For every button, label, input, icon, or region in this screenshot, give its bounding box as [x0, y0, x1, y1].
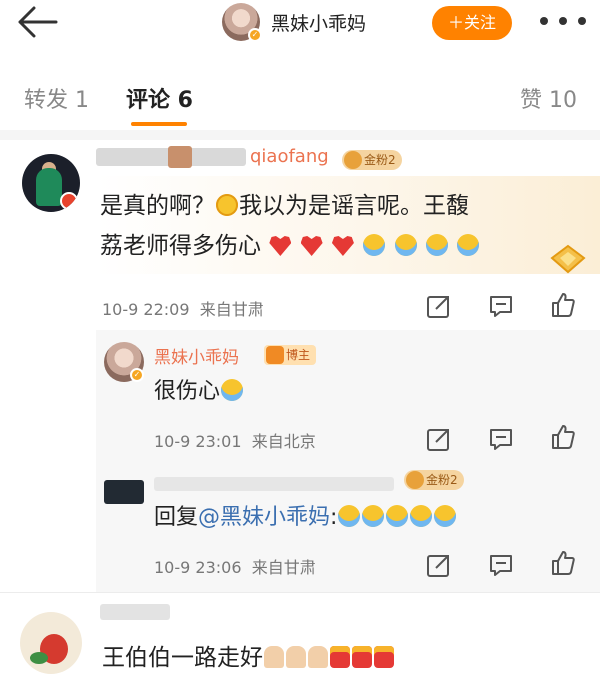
shock-emoji: [216, 194, 238, 216]
section-divider: [0, 130, 600, 140]
crown-icon: [344, 151, 362, 169]
candle-emoji: [330, 646, 350, 668]
author-avatar[interactable]: ✓: [222, 3, 262, 42]
reply-meta: 10-9 23:06 来自甘肃: [154, 558, 316, 577]
tab-repost[interactable]: 转发 1: [24, 82, 89, 114]
commenter-avatar[interactable]: [22, 154, 80, 212]
reply-text: 很伤心: [154, 372, 244, 412]
crying-emoji: [362, 505, 385, 527]
share-icon[interactable]: [426, 293, 452, 319]
mention-link[interactable]: @黑妹小乖妈: [198, 505, 330, 530]
crying-emoji: [457, 234, 480, 256]
comment-meta: 10-9 22:09 来自甘肃: [102, 300, 264, 319]
commenter-avatar[interactable]: [20, 612, 82, 674]
candle-emoji: [352, 646, 372, 668]
redacted-block: [168, 146, 192, 168]
member-badge-icon: [60, 192, 78, 210]
crying-emoji: [363, 234, 386, 256]
comment-text: 是真的啊？ 我以为是谣言呢。王馥: [100, 193, 469, 219]
tab-likes[interactable]: 赞 10: [520, 82, 577, 114]
pray-emoji: [286, 646, 306, 668]
tab-bar: 转发 1 评论 6 赞 10: [0, 58, 600, 128]
back-arrow-icon[interactable]: [16, 6, 58, 38]
comment-icon[interactable]: [488, 426, 514, 452]
crying-emoji: [386, 505, 409, 527]
verified-icon: ✓: [248, 28, 262, 42]
reply-meta: 10-9 23:01 来自北京: [154, 432, 316, 451]
blogger-badge: 博主: [264, 345, 317, 365]
follow-button[interactable]: ＋关注: [432, 6, 512, 40]
pray-emoji: [308, 646, 328, 668]
comment-icon[interactable]: [488, 552, 514, 578]
candle-emoji: [374, 646, 394, 668]
crying-emoji: [221, 379, 244, 401]
crying-emoji: [425, 234, 448, 256]
share-icon[interactable]: [426, 426, 452, 452]
fan-badge: 金粉2: [342, 150, 402, 170]
broken-heart-emoji: [331, 236, 354, 256]
like-icon[interactable]: [550, 550, 576, 576]
top-bar: ✓ 黑妹小乖妈 ＋关注: [0, 0, 600, 50]
comment-divider: [0, 592, 600, 593]
like-icon[interactable]: [550, 292, 576, 318]
page-title: 黑妹小乖妈: [271, 13, 367, 35]
crying-emoji: [434, 505, 457, 527]
active-tab-indicator: [131, 122, 187, 126]
tab-comments[interactable]: 评论 6: [126, 82, 193, 114]
like-icon[interactable]: [550, 424, 576, 450]
comment-text: 王伯伯一路走好: [102, 638, 395, 676]
crying-emoji: [394, 234, 417, 256]
reply-username[interactable]: 黑妹小乖妈: [154, 343, 239, 368]
crown-icon: [406, 471, 424, 489]
redacted-username: [100, 604, 170, 620]
comment-text-line2: 荔老师得多伤心: [100, 226, 480, 266]
verified-icon: ✓: [130, 368, 144, 382]
pray-emoji: [264, 646, 284, 668]
broken-heart-emoji: [300, 236, 323, 256]
commenter-username[interactable]: qiaofang: [250, 146, 329, 167]
gem-icon: [550, 244, 586, 274]
reply-text: 回复@黑妹小乖妈:: [154, 498, 457, 538]
share-icon[interactable]: [426, 552, 452, 578]
more-dots-icon[interactable]: [540, 17, 586, 27]
leaf-icon: [30, 652, 48, 664]
broken-heart-emoji: [269, 236, 292, 256]
fan-badge: 金粉2: [404, 470, 464, 490]
redacted-avatar: [104, 480, 144, 504]
crying-emoji: [338, 505, 361, 527]
crying-emoji: [410, 505, 433, 527]
reply-thread: [96, 330, 600, 592]
crown-icon: [266, 346, 284, 364]
redacted-username: [154, 477, 394, 491]
comment-icon[interactable]: [488, 293, 514, 319]
